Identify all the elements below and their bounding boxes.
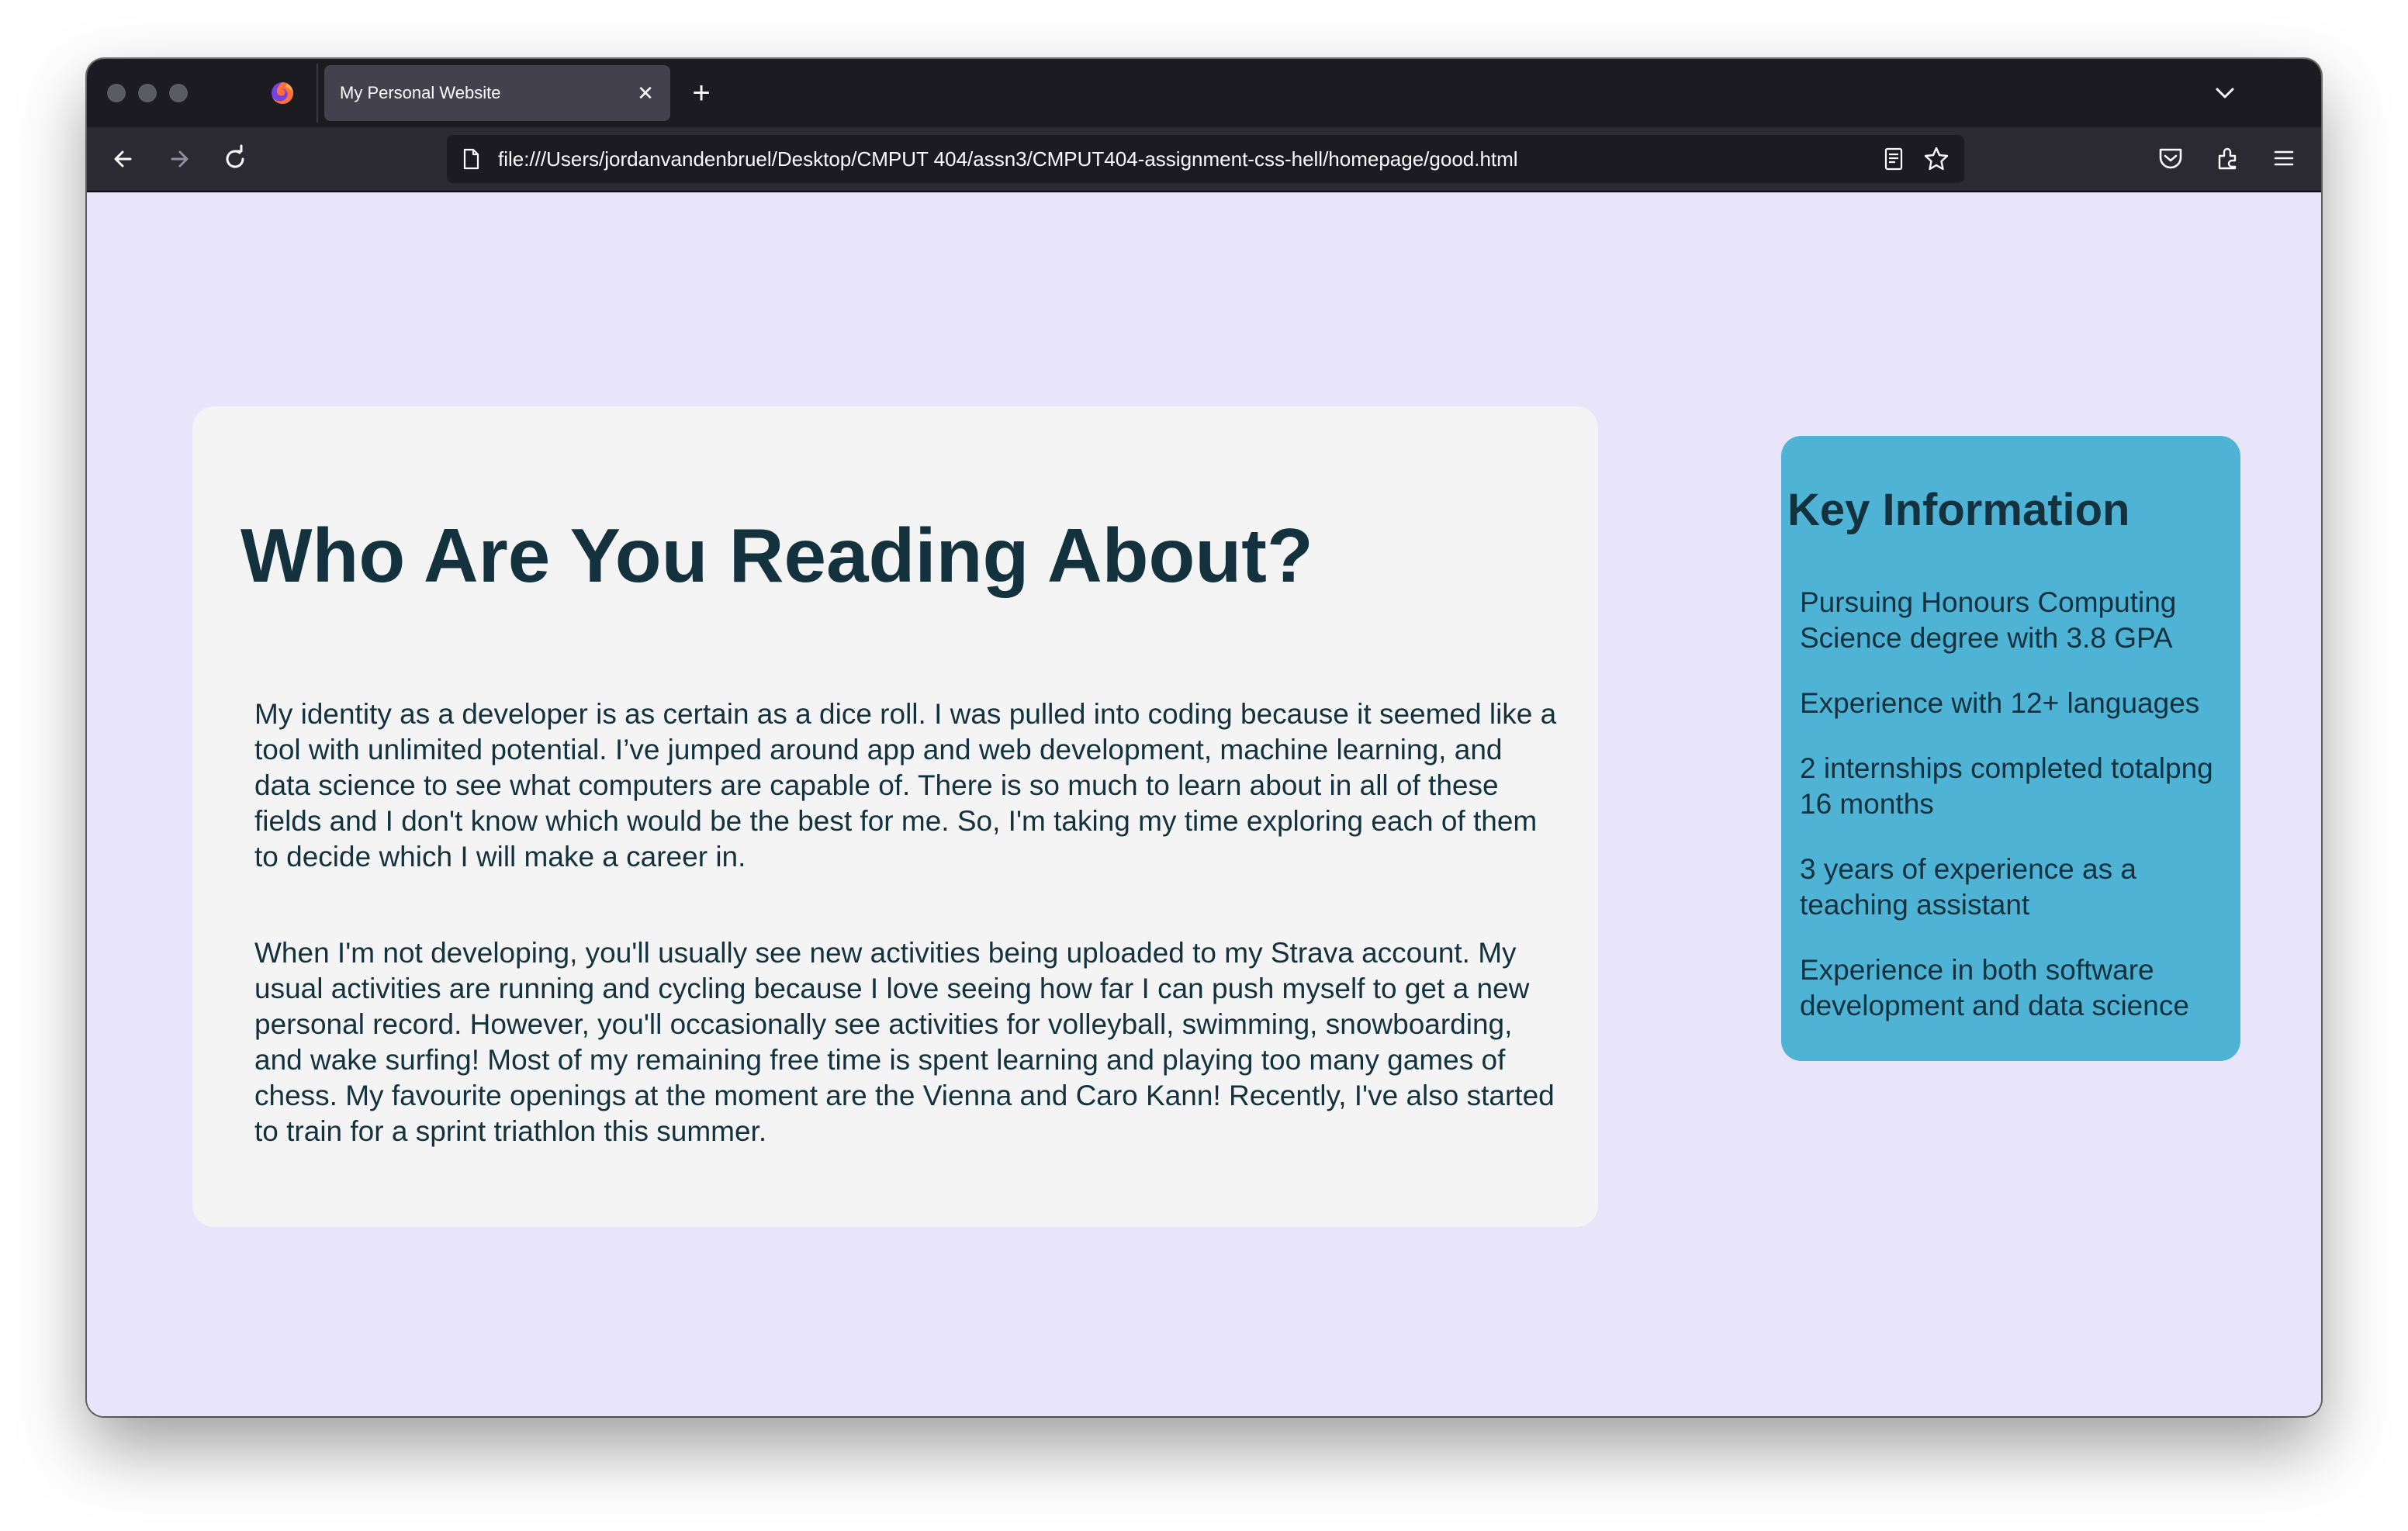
extensions-icon[interactable]	[2213, 143, 2244, 174]
tab-divider	[317, 64, 318, 123]
tab-my-personal-website[interactable]: My Personal Website ✕	[324, 65, 670, 121]
list-item: Pursuing Honours Computing Science degre…	[1800, 586, 2177, 654]
minimize-window-button[interactable]	[138, 84, 157, 102]
key-information-heading: Key Information	[1787, 485, 2130, 535]
list-item: 2 internships completed totalpng 16 mont…	[1800, 752, 2213, 820]
zoom-window-button[interactable]	[169, 84, 188, 102]
close-window-button[interactable]	[107, 84, 126, 102]
star-icon[interactable]	[1922, 145, 1950, 173]
about-card: Who Are You Reading About? My identity a…	[192, 406, 1598, 1227]
about-paragraph: My identity as a developer is as certain…	[254, 698, 1557, 873]
hamburger-menu-icon[interactable]	[2268, 143, 2299, 174]
page-content: Who Are You Reading About? My identity a…	[87, 192, 2321, 1416]
tab-title: My Personal Website	[340, 83, 501, 102]
pocket-icon[interactable]	[2155, 143, 2186, 174]
chevron-down-icon[interactable]	[2211, 79, 2239, 107]
firefox-logo-icon	[272, 81, 294, 104]
page-icon	[463, 148, 479, 170]
key-information-card: Key Information Pursuing Honours Computi…	[1781, 436, 2240, 1061]
back-arrow-icon[interactable]	[107, 143, 140, 175]
list-item: Experience with 12+ languages	[1800, 687, 2200, 719]
about-heading: Who Are You Reading About?	[240, 513, 1313, 598]
url-bar[interactable]: file:///Users/jordanvandenbruel/Desktop/…	[447, 135, 1964, 183]
about-paragraph: When I'm not developing, you'll usually …	[254, 937, 1555, 1147]
browser-window: My Personal Website ✕ + file:///Users/jo…	[87, 59, 2321, 1416]
key-information-list: Pursuing Honours Computing Science degre…	[1800, 585, 2242, 1053]
reload-icon[interactable]	[219, 143, 251, 175]
navigation-toolbar: file:///Users/jordanvandenbruel/Desktop/…	[87, 127, 2321, 192]
list-item: 3 years of experience as a teaching assi…	[1800, 853, 2136, 921]
plus-icon[interactable]: +	[686, 78, 717, 109]
forward-arrow-icon[interactable]	[163, 143, 195, 175]
list-item: Experience in both software development …	[1800, 954, 2189, 1021]
url-text[interactable]: file:///Users/jordanvandenbruel/Desktop/…	[498, 135, 1518, 183]
close-icon[interactable]: ✕	[633, 81, 658, 105]
reader-view-icon[interactable]	[1880, 146, 1907, 172]
tab-strip: My Personal Website ✕ +	[87, 59, 2321, 127]
